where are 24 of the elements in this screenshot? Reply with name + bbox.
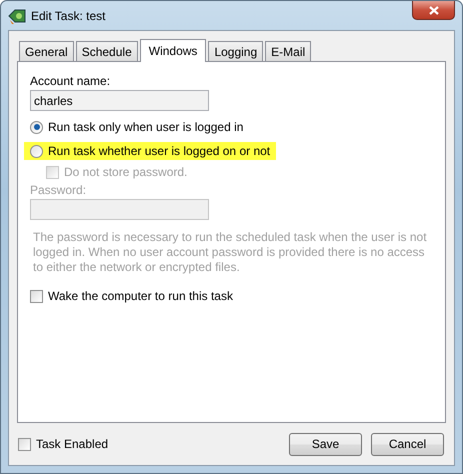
radio-button[interactable] [30,120,43,134]
checkbox[interactable] [30,290,43,302]
tab[interactable]: General [19,41,74,61]
field-label: Account name: [30,74,110,89]
tab[interactable]: Schedule [76,41,138,61]
radio-label: Run task whether user is logged on or not [48,144,270,158]
save-button[interactable]: Save [289,432,362,456]
account-name-field[interactable]: charles [30,90,209,111]
radio-label: Run task only when user is logged in [48,120,244,134]
checkbox-label: Wake the computer to run this task [48,289,233,303]
tab[interactable]: Windows [140,39,206,62]
cancel-button[interactable]: Cancel [371,432,444,456]
close-button[interactable] [412,1,455,20]
checkbox[interactable] [18,438,31,450]
tab[interactable]: Logging [208,41,264,61]
window-title: Edit Task: test [31,8,106,22]
field-label: Password: [30,183,86,198]
password-note: The password is necessary to run the scheduled task when the user is not logged in. When no user account password is provided there is no access to either the network or encrypted files. [33,230,428,275]
app-icon [8,8,26,24]
checkbox-label: Do not store password. [64,165,188,179]
checkbox-label: Task Enabled [36,437,108,451]
close-icon [428,6,438,14]
tab[interactable]: E-Mail [265,41,312,61]
radio-button[interactable] [30,144,43,158]
